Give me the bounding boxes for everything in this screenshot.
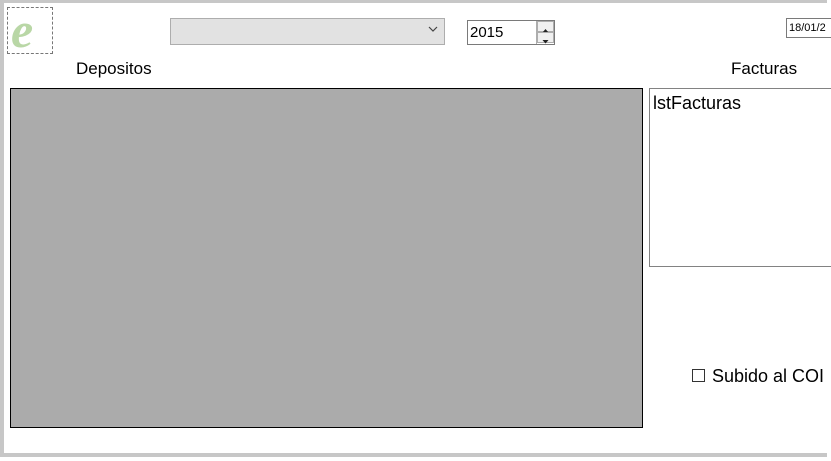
year-value[interactable]: 2015 <box>470 24 503 41</box>
spin-down-icon[interactable] <box>537 32 554 44</box>
date-picker[interactable]: 18/01/2 <box>786 18 831 38</box>
checkbox-label: Subido al COI <box>712 366 825 386</box>
filter-combobox[interactable] <box>170 18 445 45</box>
spin-up-icon[interactable] <box>537 21 554 33</box>
depositos-label: Depositos <box>76 59 152 78</box>
e-letter-logo-icon[interactable]: e <box>7 2 53 58</box>
year-stepper[interactable]: 2015 <box>467 20 555 45</box>
checkbox-box[interactable] <box>692 369 705 382</box>
list-item[interactable]: lstFacturas <box>653 93 741 114</box>
facturas-label: Facturas <box>731 59 798 78</box>
svg-text:e: e <box>11 8 33 53</box>
facturas-listbox[interactable]: lstFacturas <box>649 88 831 267</box>
depositos-grid[interactable] <box>10 88 643 428</box>
chevron-down-icon <box>428 26 438 32</box>
